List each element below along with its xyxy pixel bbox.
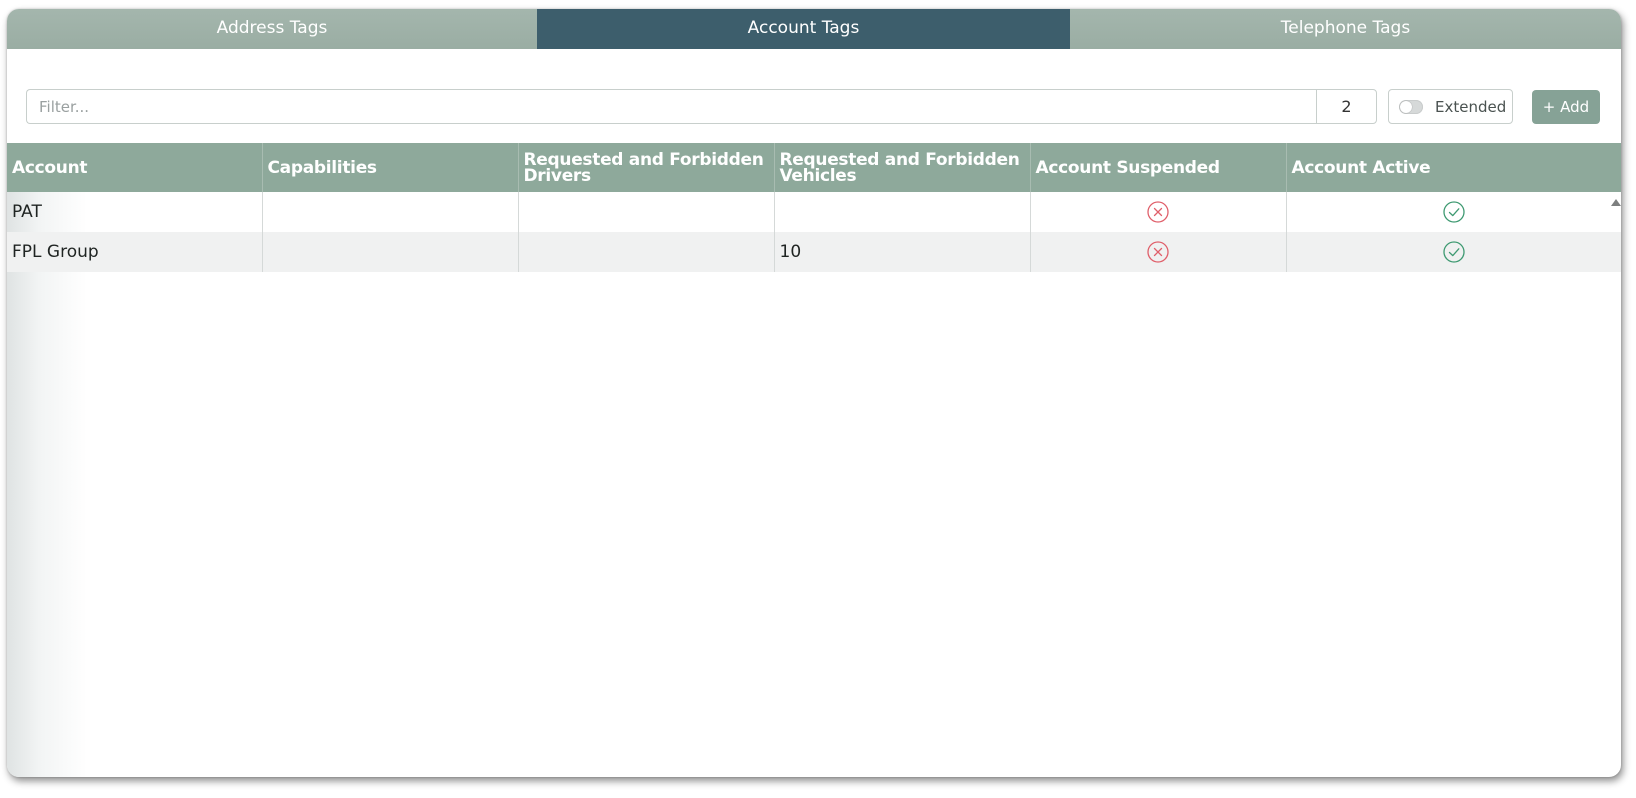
extended-toggle[interactable]: Extended (1388, 89, 1513, 124)
cell-account: FPL Group (7, 232, 263, 272)
result-count: 2 (1316, 89, 1377, 124)
cell-account: PAT (7, 192, 263, 232)
cell-vehicles (774, 192, 1031, 232)
add-button[interactable]: + Add (1532, 90, 1600, 124)
cell-capabilities (262, 192, 519, 232)
tab-telephone-tags[interactable]: Telephone Tags (1070, 9, 1621, 49)
tab-account-tags[interactable]: Account Tags (537, 9, 1070, 59)
toolbar: 2 Extended + Add (7, 49, 1621, 143)
extended-label: Extended (1435, 97, 1507, 116)
account-tags-table: Account Capabilities Requested and Forbi… (7, 143, 1621, 272)
table-header-row: Account Capabilities Requested and Forbi… (7, 143, 1621, 192)
table-row[interactable]: FPL Group 10 (7, 232, 1621, 272)
x-circle-icon (1147, 241, 1169, 263)
scroll-up-arrow-icon[interactable] (1611, 199, 1621, 206)
cell-suspended (1030, 232, 1287, 272)
filter-input[interactable] (26, 89, 1316, 124)
table-row[interactable]: PAT (7, 192, 1621, 232)
cell-capabilities (262, 232, 519, 272)
column-header-drivers[interactable]: Requested and Forbidden Drivers (518, 143, 775, 192)
tags-panel: Address Tags Account Tags Telephone Tags… (7, 9, 1621, 777)
column-header-capabilities[interactable]: Capabilities (262, 143, 519, 192)
column-header-account[interactable]: Account (7, 143, 263, 192)
x-circle-icon (1147, 201, 1169, 223)
cell-suspended (1030, 192, 1287, 232)
column-header-vehicles[interactable]: Requested and Forbidden Vehicles (774, 143, 1031, 192)
tab-address-tags[interactable]: Address Tags (7, 9, 537, 49)
cell-drivers (518, 232, 775, 272)
cell-active (1286, 232, 1621, 272)
toggle-knob (1400, 100, 1412, 113)
check-circle-icon (1443, 201, 1465, 223)
cell-vehicles: 10 (774, 232, 1031, 272)
toggle-switch-icon[interactable] (1399, 99, 1423, 114)
check-circle-icon (1443, 241, 1465, 263)
cell-active (1286, 192, 1621, 232)
column-header-suspended[interactable]: Account Suspended (1030, 143, 1287, 192)
column-header-active[interactable]: Account Active (1286, 143, 1621, 192)
tab-bar: Address Tags Account Tags Telephone Tags (7, 9, 1621, 59)
cell-drivers (518, 192, 775, 232)
